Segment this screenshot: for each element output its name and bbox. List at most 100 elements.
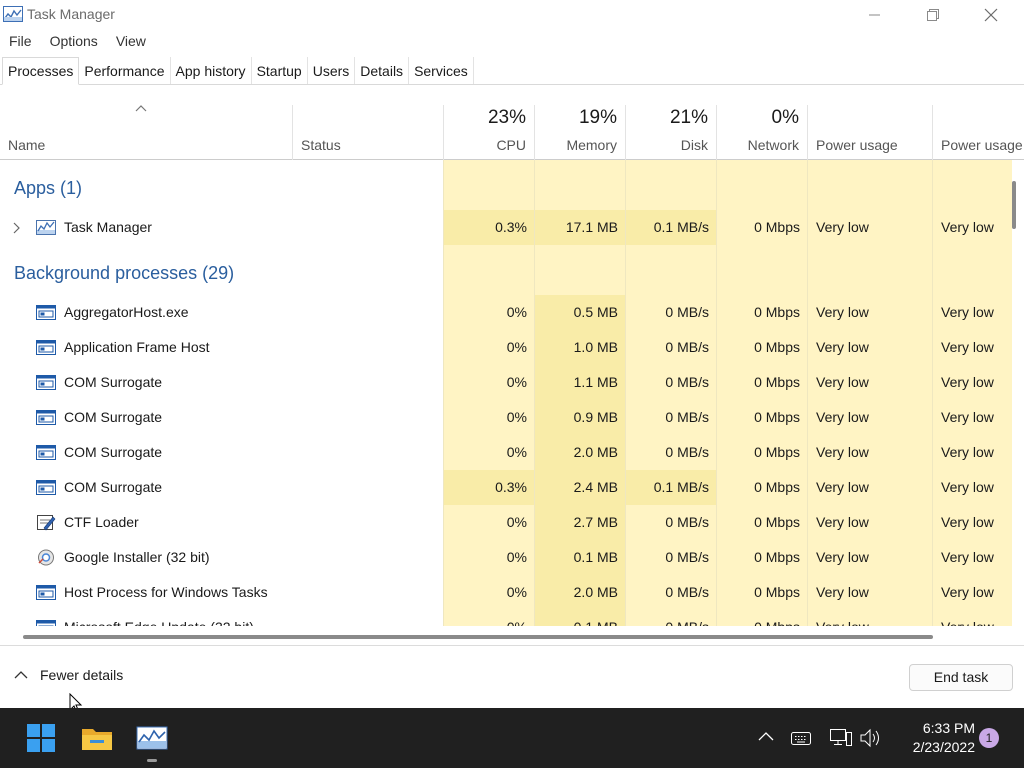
column-disk[interactable]: 21% Disk	[625, 105, 716, 160]
title-bar[interactable]: Task Manager	[0, 0, 1024, 30]
column-name-label: Name	[8, 137, 46, 153]
menu-file[interactable]: File	[0, 30, 41, 54]
process-row[interactable]: COM Surrogate 0% 2.0 MB 0 MB/s 0 Mbps Very lo…	[0, 435, 1012, 470]
cell-network: 0 Mbps	[716, 400, 807, 435]
chevron-up-icon[interactable]	[758, 732, 774, 742]
disk-total-percent: 21%	[669, 107, 708, 128]
process-row[interactable]: COM Surrogate 0% 0.9 MB 0 MB/s 0 Mbps Very lo…	[0, 400, 1012, 435]
clock-date: 2/23/2022	[912, 739, 975, 755]
column-cpu-label: CPU	[496, 137, 526, 153]
column-power-usage-label: Power usage	[816, 137, 898, 153]
cell-power-trend: Very low	[932, 330, 1012, 365]
cell-status	[292, 330, 443, 365]
vertical-scrollbar[interactable]	[1012, 160, 1024, 626]
process-row[interactable]: Host Process for Windows Tasks 0% 2.0 MB 0 …	[0, 575, 1012, 610]
cell-power-trend: Very low	[932, 610, 1012, 626]
column-status[interactable]: Status	[292, 105, 443, 160]
process-name: Host Process for Windows Tasks	[64, 584, 268, 600]
cell-network: 0 Mbps	[716, 295, 807, 330]
window-app-icon	[36, 445, 56, 460]
fewer-details-button[interactable]: Fewer details	[14, 667, 123, 683]
column-cpu[interactable]: 23% CPU	[443, 105, 534, 160]
cell-disk: 0 MB/s	[625, 295, 716, 330]
minimize-icon	[869, 14, 880, 16]
end-task-button[interactable]: End task	[909, 664, 1013, 691]
tab-processes[interactable]: Processes	[2, 57, 80, 85]
process-row[interactable]: Application Frame Host 0% 1.0 MB 0 MB/s 0 Mb…	[0, 330, 1012, 365]
keyboard-icon[interactable]	[791, 730, 811, 746]
window-app-icon	[36, 340, 56, 355]
heat-cell	[807, 245, 932, 295]
clock[interactable]: 6:33 PM 2/23/2022	[893, 719, 975, 757]
process-row[interactable]: Task Manager 0.3% 17.1 MB 0.1 MB/s 0 Mbps Ver…	[0, 210, 1012, 245]
cell-power: Very low	[807, 610, 932, 626]
cell-memory: 2.4 MB	[534, 470, 625, 505]
process-name: COM Surrogate	[64, 374, 163, 390]
process-row[interactable]: CTF Loader 0% 2.7 MB 0 MB/s 0 Mbps Very low Ve…	[0, 505, 1012, 540]
process-list: Apps (1) Task Manager 0.3% 17.1 MB 0.1 MB/s 0…	[0, 160, 1012, 626]
memory-total-percent: 19%	[578, 107, 617, 128]
volume-icon[interactable]	[860, 728, 882, 748]
column-power-usage[interactable]: Power usage	[807, 105, 932, 160]
notification-badge[interactable]: 1	[979, 728, 999, 748]
cell-disk: 0 MB/s	[625, 365, 716, 400]
cell-power: Very low	[807, 210, 932, 245]
cell-memory: 1.1 MB	[534, 365, 625, 400]
restore-button[interactable]	[904, 0, 962, 30]
minimize-button[interactable]	[846, 0, 904, 30]
cell-memory: 0.1 MB	[534, 610, 625, 626]
cell-cpu: 0.3%	[443, 470, 534, 505]
menu-view[interactable]: View	[107, 30, 155, 54]
window-app-icon	[36, 305, 56, 320]
cell-cpu: 0%	[443, 400, 534, 435]
cell-network: 0 Mbps	[716, 505, 807, 540]
column-name[interactable]: Name	[0, 105, 292, 160]
chevron-up-icon	[14, 671, 28, 679]
process-name: Microsoft Edge Update (32 bit)	[64, 610, 254, 626]
tab-app-history[interactable]: App history	[171, 57, 252, 84]
cell-status	[292, 295, 443, 330]
process-row[interactable]: AggregatorHost.exe 0% 0.5 MB 0 MB/s 0 Mbps Ve…	[0, 295, 1012, 330]
menu-options[interactable]: Options	[41, 30, 107, 54]
tab-users[interactable]: Users	[308, 57, 356, 84]
cell-disk: 0 MB/s	[625, 575, 716, 610]
clock-time: 6:33 PM	[922, 720, 975, 736]
close-button[interactable]	[962, 0, 1020, 30]
start-button[interactable]	[23, 720, 59, 756]
tab-startup[interactable]: Startup	[252, 57, 308, 84]
group-header-apps: Apps (1)	[0, 160, 1012, 210]
horizontal-scroll-thumb[interactable]	[23, 635, 933, 639]
process-row[interactable]: COM Surrogate 0% 1.1 MB 0 MB/s 0 Mbps Very lo…	[0, 365, 1012, 400]
task-manager-window: Task Manager File Options View Processes…	[0, 0, 1024, 708]
tab-performance[interactable]: Performance	[79, 57, 171, 84]
cell-memory: 0.1 MB	[534, 540, 625, 575]
tab-details[interactable]: Details	[355, 57, 410, 84]
cell-power: Very low	[807, 400, 932, 435]
window-app-icon	[36, 375, 56, 390]
process-row[interactable]: COM Surrogate 0.3% 2.4 MB 0.1 MB/s 0 Mbps Ver…	[0, 470, 1012, 505]
tab-bar: Processes Performance App history Startu…	[0, 57, 1024, 85]
column-memory[interactable]: 19% Memory	[534, 105, 625, 160]
tab-services[interactable]: Services	[409, 57, 474, 84]
process-row[interactable]: Microsoft Edge Update (32 bit)0%0.1 MB0 …	[0, 610, 1012, 626]
column-header: Name Status 23% CPU 19% Memory 21% Disk …	[0, 85, 1024, 160]
column-disk-label: Disk	[680, 137, 708, 153]
process-name: COM Surrogate	[64, 479, 163, 495]
file-explorer-button[interactable]	[79, 720, 115, 756]
cell-disk: 0 MB/s	[625, 400, 716, 435]
cell-status	[292, 575, 443, 610]
heat-cell	[625, 245, 716, 295]
running-indicator	[147, 759, 157, 762]
process-name: Task Manager	[64, 219, 152, 235]
vertical-scroll-thumb[interactable]	[1012, 181, 1016, 229]
column-memory-label: Memory	[566, 137, 617, 153]
task-manager-taskbar-button[interactable]	[134, 720, 170, 756]
process-row[interactable]: Google Installer (32 bit) 0% 0.1 MB 0 MB/s 0…	[0, 540, 1012, 575]
window-app-icon	[36, 480, 56, 495]
chevron-right-icon[interactable]	[11, 222, 21, 234]
column-power-usage-trend[interactable]: Power usage	[932, 105, 1024, 160]
network-icon[interactable]	[830, 728, 852, 748]
restore-icon	[927, 9, 939, 21]
cell-cpu: 0%	[443, 505, 534, 540]
column-network[interactable]: 0% Network	[716, 105, 807, 160]
